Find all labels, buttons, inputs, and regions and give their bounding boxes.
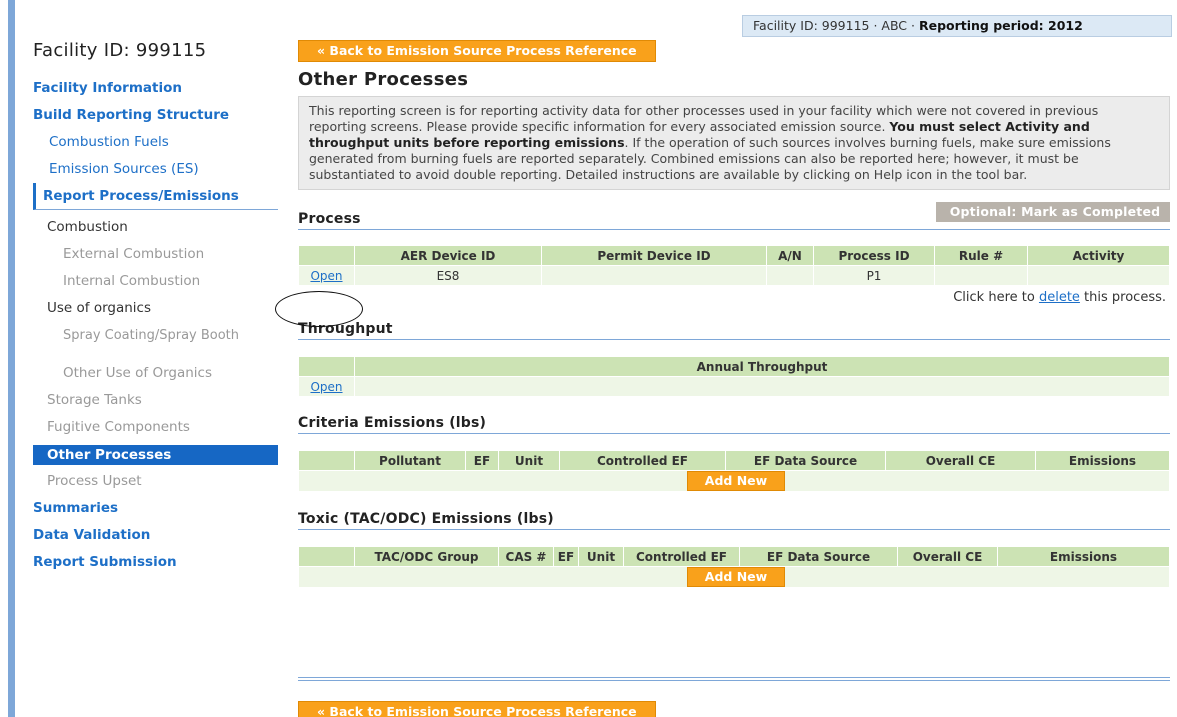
table-row: Open ES8 P1: [298, 265, 1170, 286]
throughput-section-heading: Throughput: [298, 320, 1170, 340]
page-title: Other Processes: [298, 69, 469, 90]
col-rule: Rule #: [934, 245, 1028, 266]
nav-fugitive-components[interactable]: Fugitive Components: [33, 414, 278, 441]
nav-emission-sources[interactable]: Emission Sources (ES): [33, 156, 278, 183]
nav-internal-combustion[interactable]: Internal Combustion: [33, 268, 278, 295]
aer-device-cell: ES8: [354, 265, 542, 286]
table-row: Open: [298, 376, 1170, 397]
toxic-section-heading: Toxic (TAC/ODC) Emissions (lbs): [298, 510, 1170, 530]
col-blank: [298, 245, 355, 266]
col-annual-throughput: Annual Throughput: [354, 356, 1170, 377]
col-aer-device-id: AER Device ID: [354, 245, 542, 266]
permit-device-cell: [541, 265, 767, 286]
delete-suffix: this process.: [1079, 290, 1166, 305]
nav-data-validation[interactable]: Data Validation: [33, 522, 278, 549]
nav-external-combustion[interactable]: External Combustion: [33, 241, 278, 268]
col-cas: CAS #: [498, 546, 554, 567]
col-controlled-ef: Controlled EF: [623, 546, 740, 567]
sidebar: Facility ID: 999115 Facility Information…: [33, 40, 278, 576]
footer-back-button[interactable]: « Back to Emission Source Process Refere…: [298, 701, 656, 717]
nav-build-reporting-structure[interactable]: Build Reporting Structure: [33, 102, 278, 129]
col-ef-data-source: EF Data Source: [725, 450, 886, 471]
col-emissions: Emissions: [1035, 450, 1170, 471]
delete-process-line: Click here to delete this process.: [298, 290, 1170, 305]
col-blank: [298, 546, 355, 567]
footer-divider: [298, 677, 1170, 681]
table-row: Add New: [298, 566, 1170, 588]
process-section-heading: Process Optional: Mark as Completed: [298, 202, 1170, 230]
nav-report-submission[interactable]: Report Submission: [33, 549, 278, 576]
col-an: A/N: [766, 245, 814, 266]
an-cell: [766, 265, 814, 286]
col-emissions: Emissions: [997, 546, 1170, 567]
rule-cell: [934, 265, 1028, 286]
process-table: AER Device ID Permit Device ID A/N Proce…: [298, 245, 1170, 286]
highlight-circle-annotation: [275, 291, 363, 327]
criteria-section-heading: Criteria Emissions (lbs): [298, 414, 1170, 434]
nav-summaries[interactable]: Summaries: [33, 495, 278, 522]
left-accent-bar: [8, 0, 15, 717]
delete-process-link[interactable]: delete: [1039, 290, 1080, 305]
instructions-box: This reporting screen is for reporting a…: [298, 96, 1170, 190]
col-activity: Activity: [1027, 245, 1170, 266]
toxic-table-header: TAC/ODC Group CAS # EF Unit Controlled E…: [298, 546, 1170, 567]
facility-label: Facility ID: 999115 · ABC ·: [753, 18, 919, 33]
col-overall-ce: Overall CE: [885, 450, 1036, 471]
activity-cell: [1027, 265, 1170, 286]
process-table-header: AER Device ID Permit Device ID A/N Proce…: [298, 245, 1170, 266]
toxic-add-new-button[interactable]: Add New: [686, 567, 786, 587]
nav-storage-tanks[interactable]: Storage Tanks: [33, 387, 278, 414]
toxic-emissions-table: TAC/ODC Group CAS # EF Unit Controlled E…: [298, 546, 1170, 588]
add-new-cell: Add New: [298, 470, 1170, 492]
col-blank: [298, 356, 355, 377]
nav-combustion[interactable]: Combustion: [33, 214, 278, 241]
nav-facility-information[interactable]: Facility Information: [33, 75, 278, 102]
col-controlled-ef: Controlled EF: [559, 450, 726, 471]
nav-report-process-emissions[interactable]: Report Process/Emissions: [33, 183, 278, 210]
nav-use-of-organics[interactable]: Use of organics: [33, 295, 278, 322]
col-tac-odc-group: TAC/ODC Group: [354, 546, 499, 567]
nav-process-upset[interactable]: Process Upset: [33, 468, 278, 495]
nav-other-processes[interactable]: Other Processes: [33, 445, 278, 465]
add-new-cell: Add New: [298, 566, 1170, 588]
col-unit: Unit: [578, 546, 624, 567]
table-row: Add New: [298, 470, 1170, 492]
mark-completed-button[interactable]: Optional: Mark as Completed: [936, 202, 1170, 222]
nav-other-use-of-organics[interactable]: Other Use of Organics: [33, 360, 278, 387]
sidebar-facility-title: Facility ID: 999115: [33, 40, 207, 61]
main-content: « Back to Emission Source Process Refere…: [298, 40, 1170, 588]
col-process-id: Process ID: [813, 245, 935, 266]
process-id-cell: P1: [813, 265, 935, 286]
back-to-reference-button[interactable]: « Back to Emission Source Process Refere…: [298, 40, 656, 62]
facility-info-bar: Facility ID: 999115 · ABC · Reporting pe…: [742, 15, 1172, 37]
throughput-table: Annual Throughput Open: [298, 356, 1170, 397]
reporting-period: Reporting period: 2012: [918, 18, 1083, 33]
col-permit-device-id: Permit Device ID: [541, 245, 767, 266]
process-heading-text: Process: [298, 211, 361, 227]
annual-throughput-cell: [354, 376, 1170, 397]
criteria-table-header: Pollutant EF Unit Controlled EF EF Data …: [298, 450, 1170, 471]
col-unit: Unit: [498, 450, 560, 471]
process-open-link[interactable]: Open: [310, 269, 342, 283]
nav-spray-coating[interactable]: Spray Coating/Spray Booth: [33, 322, 248, 360]
col-ef: EF: [553, 546, 579, 567]
nav-combustion-fuels[interactable]: Combustion Fuels: [33, 129, 278, 156]
open-cell: Open: [298, 376, 355, 397]
delete-prefix: Click here to: [953, 290, 1039, 305]
criteria-add-new-button[interactable]: Add New: [686, 471, 786, 491]
col-ef-data-source: EF Data Source: [739, 546, 898, 567]
throughput-open-link[interactable]: Open: [310, 380, 342, 394]
col-overall-ce: Overall CE: [897, 546, 998, 567]
col-blank: [298, 450, 355, 471]
col-pollutant: Pollutant: [354, 450, 466, 471]
throughput-table-header: Annual Throughput: [298, 356, 1170, 377]
open-cell: Open: [298, 265, 355, 286]
criteria-emissions-table: Pollutant EF Unit Controlled EF EF Data …: [298, 450, 1170, 492]
col-ef: EF: [465, 450, 499, 471]
